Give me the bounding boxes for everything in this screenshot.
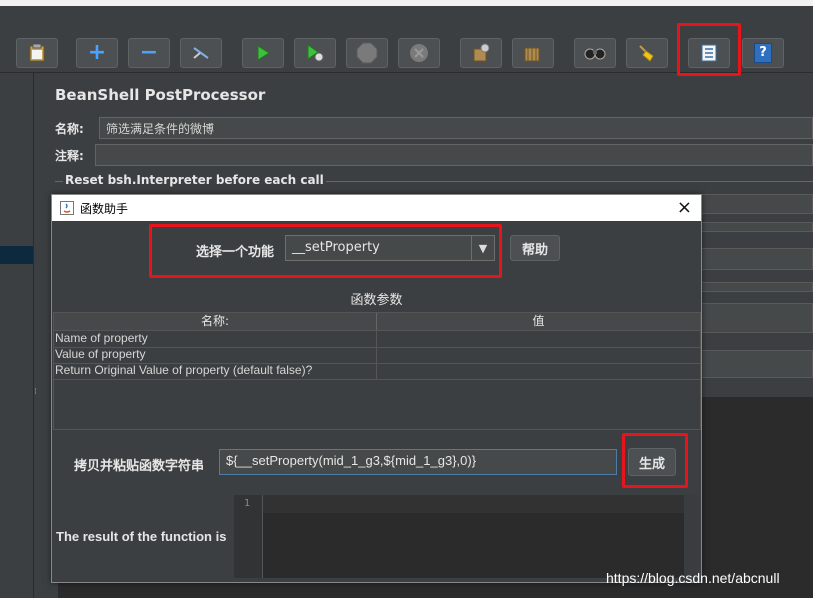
param-value[interactable] <box>377 331 700 347</box>
clipboard-icon <box>29 44 45 62</box>
expand-button[interactable] <box>180 38 222 68</box>
vertical-scrollbar[interactable] <box>684 495 698 578</box>
reset-broom-icon <box>637 43 657 63</box>
dialog-title: 函数助手 <box>80 201 129 216</box>
help-button[interactable]: 帮助 <box>510 235 560 261</box>
table-row[interactable]: Return Original Value of property (defau… <box>54 363 700 380</box>
clear-icon <box>471 43 491 63</box>
table-header: 名称: 值 <box>54 313 700 331</box>
name-row: 名称: 筛选满足条件的微博 <box>55 117 813 139</box>
split-pane-handle[interactable]: ⁞ <box>34 388 40 410</box>
reset-search-button[interactable] <box>626 38 668 68</box>
result-label: The result of the function is <box>56 529 227 544</box>
copy-string-label: 拷贝并粘贴函数字符串 <box>74 459 205 474</box>
bg-field-4 <box>700 282 813 292</box>
clear-all-icon <box>523 43 543 63</box>
table-row[interactable]: Name of property <box>54 331 700 348</box>
add-button[interactable]: + <box>76 38 118 68</box>
params-title: 函数参数 <box>350 293 403 308</box>
help-icon: ? <box>754 43 772 63</box>
highlight-function-helper-button <box>677 23 741 76</box>
shutdown-button[interactable] <box>398 38 440 68</box>
comment-label: 注释: <box>55 148 84 163</box>
comment-field[interactable] <box>95 144 813 166</box>
highlight-function-select <box>149 224 502 278</box>
tree-selected-row[interactable] <box>0 246 33 264</box>
name-field[interactable]: 筛选满足条件的微博 <box>99 117 813 139</box>
run-no-pause-icon <box>306 44 324 62</box>
bg-field-3 <box>700 248 813 270</box>
paste-button[interactable] <box>16 38 58 68</box>
column-header-name[interactable]: 名称: <box>54 313 377 330</box>
start-button[interactable] <box>242 38 284 68</box>
bg-field-5 <box>700 303 813 333</box>
clear-all-button[interactable] <box>512 38 554 68</box>
name-label: 名称: <box>55 121 84 136</box>
param-name: Value of property <box>55 347 377 363</box>
table-row[interactable]: Value of property <box>54 347 700 364</box>
current-line <box>263 495 684 513</box>
column-header-value[interactable]: 值 <box>377 313 700 330</box>
stop-button[interactable] <box>346 38 388 68</box>
shutdown-icon <box>409 43 429 63</box>
highlight-generate-button <box>622 433 688 488</box>
remove-button[interactable]: − <box>128 38 170 68</box>
clear-button[interactable] <box>460 38 502 68</box>
close-icon[interactable]: × <box>677 198 692 218</box>
plus-icon: + <box>87 40 107 65</box>
param-name: Name of property <box>55 331 377 347</box>
search-button[interactable] <box>574 38 616 68</box>
bg-field-6 <box>700 350 813 378</box>
bg-field-2 <box>700 222 813 232</box>
reset-interpreter-group: Reset bsh.Interpreter before each call <box>55 173 813 189</box>
param-value[interactable] <box>377 363 700 379</box>
stop-icon <box>356 42 378 64</box>
comment-row: 注释: <box>55 144 813 166</box>
run-icon <box>256 45 270 61</box>
tree-panel <box>0 73 34 598</box>
watermark: https://blog.csdn.net/abcnull <box>606 570 780 586</box>
dialog-titlebar[interactable]: 函数助手 × <box>52 195 701 221</box>
reset-interpreter-label: Reset bsh.Interpreter before each call <box>63 173 326 187</box>
wand-icon <box>191 44 211 62</box>
start-no-pauses-button[interactable] <box>294 38 336 68</box>
page-title: BeanShell PostProcessor <box>55 86 266 104</box>
bg-field-1 <box>700 194 813 214</box>
function-string-field[interactable]: ${__setProperty(mid_1_g3,${mid_1_g3},0)} <box>219 449 617 475</box>
result-editor[interactable]: 1 <box>234 495 698 578</box>
copy-string-row: 拷贝并粘贴函数字符串 ${__setProperty(mid_1_g3,${mi… <box>52 431 701 489</box>
line-number: 1 <box>244 498 251 509</box>
param-name: Return Original Value of property (defau… <box>55 363 377 379</box>
minus-icon: − <box>139 40 159 65</box>
search-binoculars-icon <box>584 46 606 60</box>
java-icon <box>60 201 74 215</box>
params-table: 名称: 值 Name of property Value of property… <box>53 312 701 430</box>
help-toolbar-button[interactable]: ? <box>742 38 784 68</box>
line-gutter: 1 <box>234 495 263 578</box>
param-value[interactable] <box>377 347 700 363</box>
